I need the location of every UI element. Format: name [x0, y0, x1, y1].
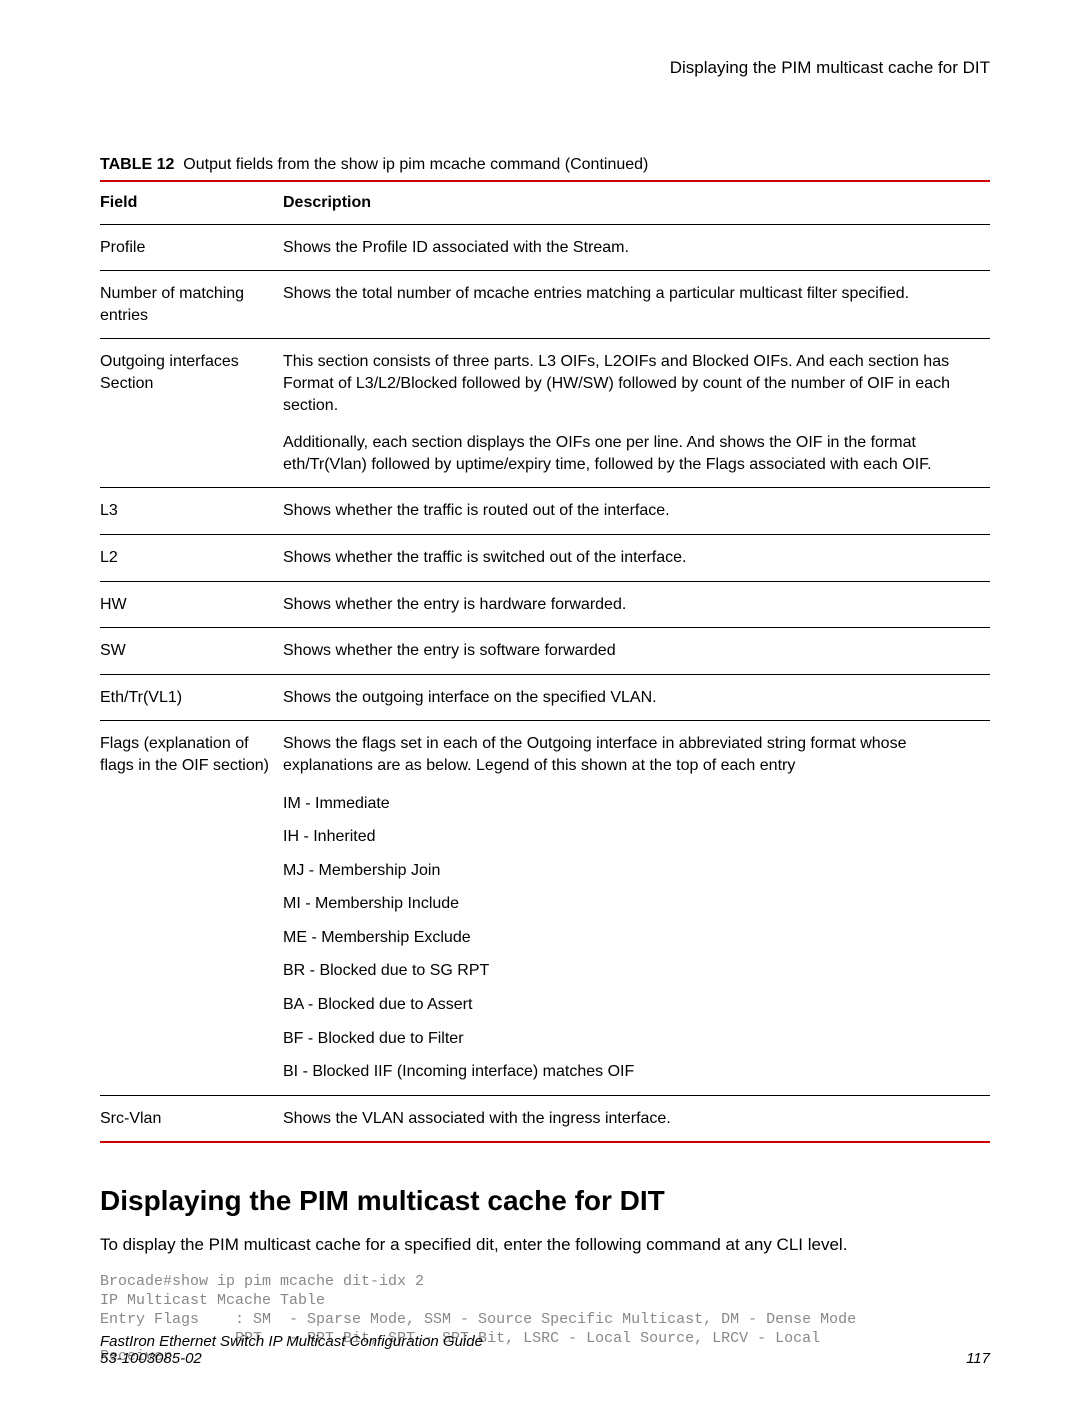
table-row: Flags (explanation of flags in the OIF s… — [100, 721, 990, 789]
col-field: Field — [100, 182, 283, 224]
cell-field: HW — [100, 581, 283, 628]
flag-item: BA - Blocked due to Assert — [283, 994, 982, 1016]
cell-field: Number of matching entries — [100, 271, 283, 339]
section-heading: Displaying the PIM multicast cache for D… — [100, 1185, 990, 1217]
cell-desc: Shows the outgoing interface on the spec… — [283, 674, 990, 721]
output-fields-table: Field Description Profile Shows the Prof… — [100, 182, 990, 1141]
flag-item: BF - Blocked due to Filter — [283, 1028, 982, 1050]
footer-page-number: 117 — [966, 1350, 990, 1367]
flag-item: MI - Membership Include — [283, 893, 982, 915]
cell-desc: Shows whether the traffic is routed out … — [283, 488, 990, 535]
cell-field-empty — [100, 428, 283, 488]
table-row: L2 Shows whether the traffic is switched… — [100, 534, 990, 581]
table-bottom-rule — [100, 1141, 990, 1143]
table-caption-text: Output fields from the show ip pim mcach… — [183, 156, 648, 173]
page-footer: FastIron Ethernet Switch IP Multicast Co… — [100, 1333, 990, 1367]
cell-desc: This section consists of three parts. L3… — [283, 339, 990, 428]
table-row: Src-Vlan Shows the VLAN associated with … — [100, 1095, 990, 1141]
table-row: Additionally, each section displays the … — [100, 428, 990, 488]
cell-desc: Shows whether the entry is hardware forw… — [283, 581, 990, 628]
table-row: HW Shows whether the entry is hardware f… — [100, 581, 990, 628]
flag-item: MJ - Membership Join — [283, 860, 982, 882]
cell-field: Eth/Tr(VL1) — [100, 674, 283, 721]
col-description: Description — [283, 182, 990, 224]
cell-desc: Shows the flags set in each of the Outgo… — [283, 721, 990, 789]
table-caption: TABLE 12 Output fields from the show ip … — [100, 156, 990, 174]
cell-desc: Shows whether the entry is software forw… — [283, 628, 990, 675]
table-row: Outgoing interfaces Section This section… — [100, 339, 990, 428]
flag-item: BI - Blocked IIF (Incoming interface) ma… — [283, 1061, 982, 1083]
cell-desc: Shows the VLAN associated with the ingre… — [283, 1095, 990, 1141]
footer-left: FastIron Ethernet Switch IP Multicast Co… — [100, 1333, 483, 1367]
cell-desc: Shows whether the traffic is switched ou… — [283, 534, 990, 581]
cell-field: SW — [100, 628, 283, 675]
cell-desc: Shows the Profile ID associated with the… — [283, 224, 990, 271]
cell-field: Flags (explanation of flags in the OIF s… — [100, 721, 283, 789]
table-header-row: Field Description — [100, 182, 990, 224]
cell-flag-list: IM - Immediate IH - Inherited MJ - Membe… — [283, 789, 990, 1096]
table-row: L3 Shows whether the traffic is routed o… — [100, 488, 990, 535]
table-row: Profile Shows the Profile ID associated … — [100, 224, 990, 271]
table-row: SW Shows whether the entry is software f… — [100, 628, 990, 675]
running-header: Displaying the PIM multicast cache for D… — [100, 58, 990, 78]
table-label: TABLE 12 — [100, 156, 174, 173]
table-row: Number of matching entries Shows the tot… — [100, 271, 990, 339]
cell-field: Src-Vlan — [100, 1095, 283, 1141]
flag-item: IH - Inherited — [283, 826, 982, 848]
cell-field-empty — [100, 789, 283, 1096]
cell-desc: Shows the total number of mcache entries… — [283, 271, 990, 339]
table-row: Eth/Tr(VL1) Shows the outgoing interface… — [100, 674, 990, 721]
flag-item: IM - Immediate — [283, 793, 982, 815]
cell-field: Outgoing interfaces Section — [100, 339, 283, 428]
footer-doc-number: 53-1003085-02 — [100, 1350, 483, 1367]
cell-field: L2 — [100, 534, 283, 581]
section-intro: To display the PIM multicast cache for a… — [100, 1235, 990, 1255]
cell-desc: Additionally, each section displays the … — [283, 428, 990, 488]
cell-field: L3 — [100, 488, 283, 535]
footer-guide-title: FastIron Ethernet Switch IP Multicast Co… — [100, 1333, 483, 1350]
table-row: IM - Immediate IH - Inherited MJ - Membe… — [100, 789, 990, 1096]
page: Displaying the PIM multicast cache for D… — [0, 0, 1080, 1407]
flag-item: BR - Blocked due to SG RPT — [283, 960, 982, 982]
cell-field: Profile — [100, 224, 283, 271]
flag-item: ME - Membership Exclude — [283, 927, 982, 949]
